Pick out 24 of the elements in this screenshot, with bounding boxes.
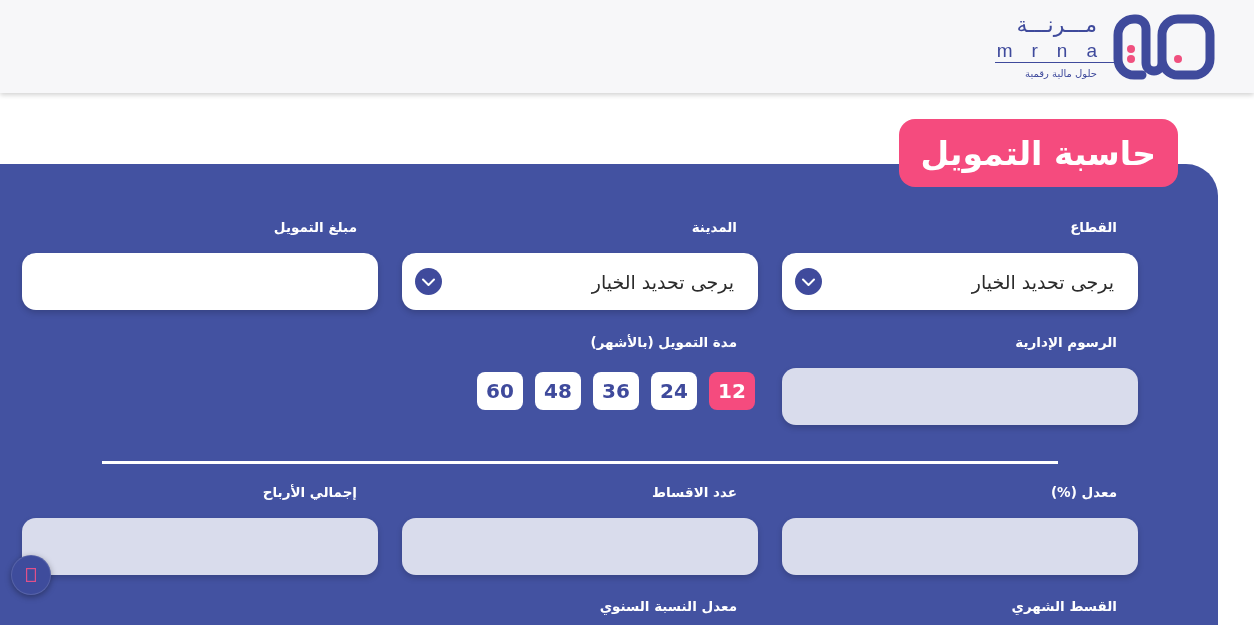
chevron-down-icon [795,268,822,295]
field-label: معدل النسبة السنوي [599,597,737,616]
month-option-button[interactable]: 36 [593,372,639,410]
chevron-down-icon [415,268,442,295]
field-label: معدل (%) [1050,483,1117,502]
dropdown-field[interactable]: يرجى تحديد الخيار [782,253,1138,310]
field-label: عدد الاقساط [652,483,737,502]
month-option-button[interactable]: 60 [477,372,523,410]
field-label: القطاع [1070,218,1117,237]
field-label: مبلغ التمويل [273,218,357,237]
input-field[interactable] [22,253,378,310]
rectangle-icon [26,568,36,582]
calculator-title: حاسبة التمويل [898,119,1178,187]
logo-wordmark: مـــرنـــة [1016,12,1097,38]
field-label: مدة التمويل (بالأشهر) [590,333,737,352]
field-label: المدينة [691,218,737,237]
dropdown-field[interactable]: يرجى تحديد الخيار [402,253,758,310]
logo-latin-wordmark: mrna [994,40,1116,63]
field-label: القسط الشهري [1011,597,1117,616]
month-option-button[interactable]: 24 [651,372,697,410]
month-option-button[interactable]: 48 [535,372,581,410]
logo-tagline: حلول مالية رقمية [1025,67,1097,81]
field-label: إجمالي الأرباح [262,483,357,502]
field-label: الرسوم الإدارية [1015,333,1117,352]
